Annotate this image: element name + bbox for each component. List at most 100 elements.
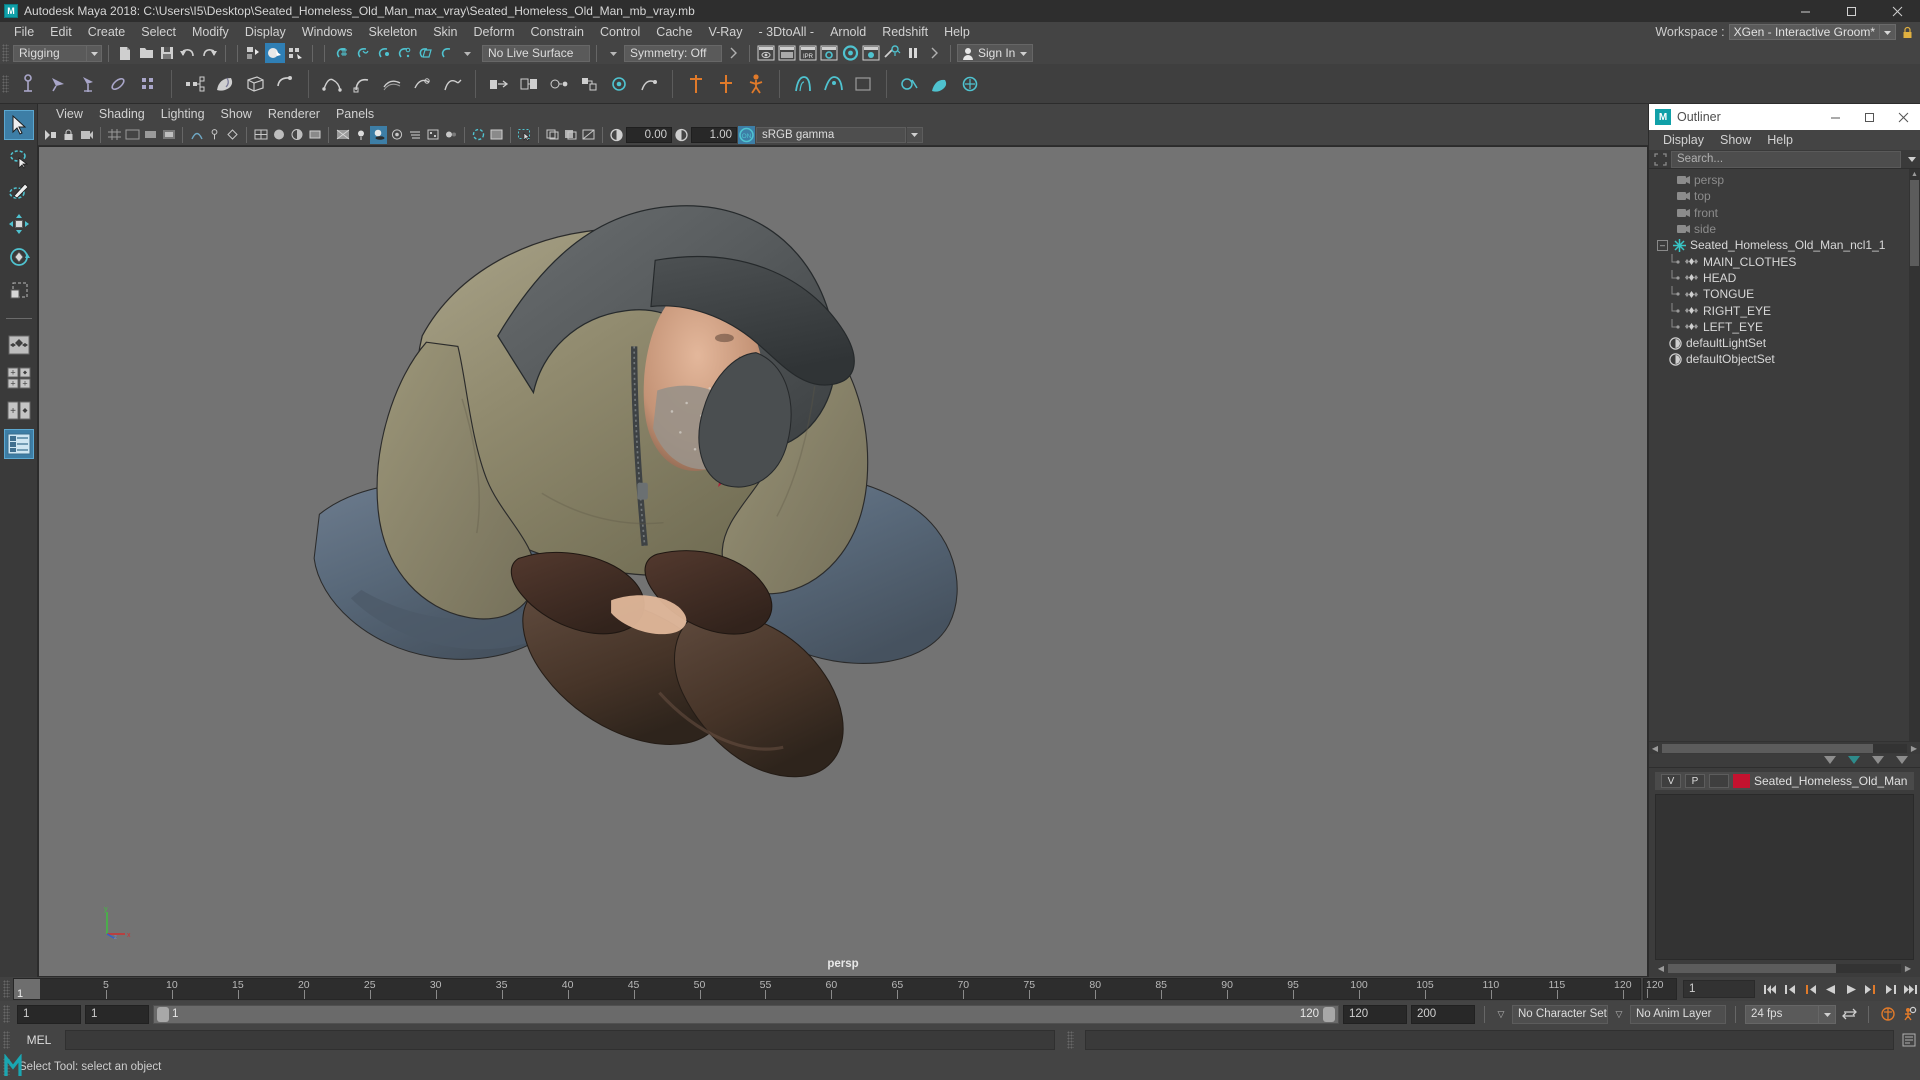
- outliner-maximize-button[interactable]: [1852, 104, 1886, 130]
- set-key-icon[interactable]: [682, 68, 710, 100]
- mirror-skin-weights-icon[interactable]: [545, 68, 573, 100]
- film-gate-icon[interactable]: [124, 126, 141, 144]
- ik-handle-tool-icon[interactable]: [44, 68, 72, 100]
- snap-to-curve-icon[interactable]: [352, 43, 372, 63]
- collapse-toggle-icon[interactable]: –: [1657, 239, 1668, 251]
- lock-camera-icon[interactable]: [60, 126, 77, 144]
- step-back-key-button[interactable]: [1781, 979, 1800, 999]
- menu-redshift[interactable]: Redshift: [874, 22, 936, 42]
- step-forward-key-button[interactable]: [1881, 979, 1900, 999]
- animation-preferences-icon[interactable]: [1901, 1004, 1920, 1024]
- range-start-handle[interactable]: [157, 1006, 169, 1022]
- outliner-minimize-button[interactable]: [1818, 104, 1852, 130]
- outliner-item-left-eye[interactable]: LEFT_EYE: [1649, 318, 1920, 335]
- outliner-menu-display[interactable]: Display: [1655, 130, 1712, 150]
- menu-select[interactable]: Select: [133, 22, 184, 42]
- layer-visibility-toggle[interactable]: V: [1661, 774, 1681, 788]
- smooth-bind-icon[interactable]: [575, 68, 603, 100]
- step-back-frame-button[interactable]: [1801, 979, 1820, 999]
- chevron-down-icon[interactable]: [457, 43, 477, 63]
- menu-help[interactable]: Help: [936, 22, 978, 42]
- snap-to-view-plane-icon[interactable]: [415, 43, 435, 63]
- outliner-hscrollbar[interactable]: ◀ ▶: [1649, 741, 1920, 754]
- anim-layer-menu-icon[interactable]: ▽: [1612, 1005, 1626, 1024]
- render-view-icon[interactable]: [861, 43, 881, 63]
- move-tool-button[interactable]: [4, 209, 34, 239]
- sculpt-deformer-icon[interactable]: [408, 68, 436, 100]
- outliner-item-top[interactable]: top: [1649, 188, 1920, 204]
- outliner-item-default-object-set[interactable]: defaultObjectSet: [1649, 351, 1920, 367]
- light-editor-icon[interactable]: [882, 43, 902, 63]
- layer-scroll-thumb[interactable]: [1668, 963, 1836, 973]
- scroll-up-arrow-icon[interactable]: ▲: [1909, 169, 1920, 180]
- smooth-shade-all-icon[interactable]: [270, 126, 287, 144]
- resolution-gate-icon[interactable]: [142, 126, 159, 144]
- bake-view-icon[interactable]: [544, 126, 561, 144]
- script-editor-icon[interactable]: [1898, 1030, 1920, 1050]
- play-forwards-button[interactable]: [1841, 979, 1860, 999]
- render-region-icon[interactable]: [488, 126, 505, 144]
- pose-interpolator-icon[interactable]: [635, 68, 663, 100]
- xgen-groom-icon[interactable]: [819, 68, 847, 100]
- live-surface-value[interactable]: No Live Surface: [482, 44, 590, 62]
- layer-list-body[interactable]: [1655, 794, 1914, 960]
- redo-render-icon[interactable]: [777, 43, 797, 63]
- xray-joints-icon[interactable]: [206, 126, 223, 144]
- use-default-lighting-icon[interactable]: [352, 126, 369, 144]
- chevron-down-teal-icon[interactable]: [1848, 756, 1860, 765]
- menu-skeleton[interactable]: Skeleton: [361, 22, 426, 42]
- gate-mask-icon[interactable]: [160, 126, 177, 144]
- scale-tool-button[interactable]: [4, 275, 34, 305]
- range-end-handle[interactable]: [1323, 1006, 1335, 1022]
- new-scene-icon[interactable]: [115, 43, 135, 63]
- vp-menu-panels[interactable]: Panels: [328, 104, 382, 124]
- select-camera-icon[interactable]: [42, 126, 59, 144]
- motion-blur-icon[interactable]: [406, 126, 423, 144]
- outliner-persp-layout-button[interactable]: [3, 429, 34, 459]
- outliner-menu-show[interactable]: Show: [1712, 130, 1759, 150]
- vp-menu-view[interactable]: View: [48, 104, 91, 124]
- outliner-item-main-clothes[interactable]: MAIN_CLOTHES: [1649, 253, 1920, 269]
- lasso-select-tool-button[interactable]: [4, 143, 34, 173]
- menu-skin[interactable]: Skin: [425, 22, 465, 42]
- rotate-tool-button[interactable]: [4, 242, 34, 272]
- command-line-grip-2[interactable]: [1059, 1030, 1081, 1050]
- chevron-down-icon[interactable]: [1896, 756, 1908, 765]
- ik-spline-handle-icon[interactable]: [74, 68, 102, 100]
- xray-mode-icon[interactable]: [188, 126, 205, 144]
- blend-shape-icon[interactable]: [318, 68, 346, 100]
- pause-render-icon[interactable]: [903, 43, 923, 63]
- four-pane-layout-button[interactable]: + + +: [4, 363, 34, 393]
- scroll-left-arrow-icon[interactable]: ◀: [1655, 963, 1667, 974]
- menu-edit[interactable]: Edit: [42, 22, 80, 42]
- viewport-3d[interactable]: y x z persp: [38, 146, 1648, 977]
- menu-windows[interactable]: Windows: [294, 22, 361, 42]
- wireframe-shading-icon[interactable]: [252, 126, 269, 144]
- gamma-icon[interactable]: [673, 126, 690, 144]
- single-pane-layout-button[interactable]: [4, 330, 34, 360]
- outliner-vscrollbar[interactable]: ▲: [1909, 169, 1920, 741]
- multisample-aa-icon[interactable]: [424, 126, 441, 144]
- time-slider-grip[interactable]: [3, 980, 10, 998]
- playback-start-time-field[interactable]: 1: [85, 1004, 149, 1024]
- outliner-menu-help[interactable]: Help: [1759, 130, 1801, 150]
- mirror-joint-icon[interactable]: [134, 68, 162, 100]
- outliner-item-default-light-set[interactable]: defaultLightSet: [1649, 335, 1920, 351]
- layer-hscrollbar[interactable]: ◀ ▶: [1655, 962, 1914, 974]
- outliner-item-persp[interactable]: persp: [1649, 172, 1920, 188]
- menu-create[interactable]: Create: [80, 22, 134, 42]
- render-settings-icon[interactable]: [819, 43, 839, 63]
- menu-control[interactable]: Control: [592, 22, 648, 42]
- symmetry-value[interactable]: Symmetry: Off: [624, 44, 722, 62]
- joint-tool-icon[interactable]: [14, 68, 42, 100]
- outliner-item-nucleus-root[interactable]: – Seated_Homeless_Old_Man_ncl1_1: [1649, 237, 1920, 253]
- vp-menu-show[interactable]: Show: [213, 104, 260, 124]
- camera-attributes-icon[interactable]: [78, 126, 95, 144]
- isolate-select-icon[interactable]: [470, 126, 487, 144]
- go-to-start-button[interactable]: [1761, 979, 1780, 999]
- layer-scroll-track[interactable]: [1668, 963, 1901, 973]
- undo-icon[interactable]: [178, 43, 198, 63]
- parent-constraint-icon[interactable]: [181, 68, 209, 100]
- depth-of-field-icon[interactable]: [442, 126, 459, 144]
- snap-to-point-icon[interactable]: [373, 43, 393, 63]
